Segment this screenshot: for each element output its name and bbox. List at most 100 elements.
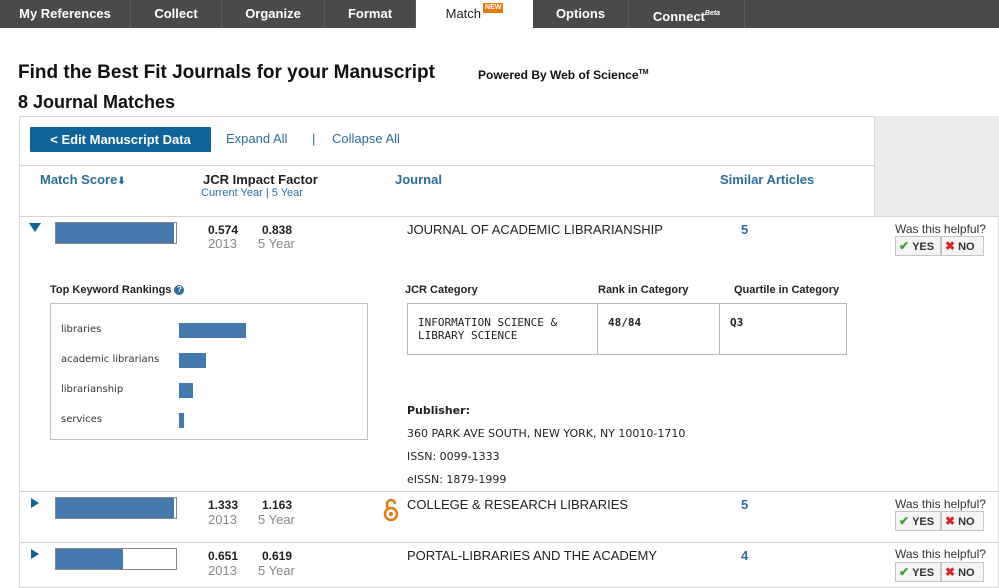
yes-button[interactable]: ✔ YES: [895, 511, 941, 531]
impact-factor-five-year: 0.619: [262, 549, 293, 563]
top-nav: My References Collect Organize Format Ma…: [0, 0, 999, 28]
x-icon: ✖: [945, 565, 956, 579]
tab-my-references[interactable]: My References: [0, 0, 131, 28]
category-line: INFORMATION SCIENCE &: [418, 316, 558, 329]
impact-factor-five-year-label: 5 Year: [258, 563, 295, 578]
powered-text: Powered By Web of Science: [478, 68, 639, 82]
no-button[interactable]: ✖ NO: [941, 236, 984, 256]
no-button[interactable]: ✖ NO: [941, 562, 984, 582]
impact-factor-five-year: 0.838: [262, 223, 293, 237]
quartile-cell: Q3: [719, 303, 847, 355]
similar-articles-count[interactable]: 5: [741, 222, 748, 237]
match-score-bar: [55, 497, 177, 519]
keyword-label: services: [61, 414, 103, 425]
x-icon: ✖: [945, 514, 956, 528]
tab-collect[interactable]: Collect: [131, 0, 222, 28]
right-column-header: [874, 116, 999, 217]
keyword-bar: [179, 413, 184, 428]
divider: [20, 216, 999, 217]
year-separator: |: [265, 187, 269, 199]
divider: [20, 165, 874, 166]
match-count: 8 Journal Matches: [18, 92, 176, 112]
jcr-category-cell: INFORMATION SCIENCE & LIBRARY SCIENCE: [407, 303, 598, 355]
jcr-year-toggle: Current Year | 5 Year: [201, 187, 303, 199]
powered-by: Powered By Web of ScienceTM: [478, 68, 649, 82]
tab-connect[interactable]: ConnectBeta: [629, 0, 745, 28]
similar-articles-header[interactable]: Similar Articles: [720, 172, 814, 187]
similar-articles-count[interactable]: 5: [741, 497, 748, 512]
collapse-row-icon[interactable]: [29, 223, 41, 232]
yes-button[interactable]: ✔ YES: [895, 562, 941, 582]
keyword-rankings-label: Top Keyword Rankings: [50, 284, 172, 296]
publisher-address: 360 PARK AVE SOUTH, NEW YORK, NY 10010-1…: [407, 427, 686, 440]
jcr-category-title: JCR Category: [405, 284, 478, 296]
five-year-link[interactable]: 5 Year: [272, 187, 303, 199]
helpful-label: Was this helpful?: [895, 497, 986, 511]
tab-options[interactable]: Options: [533, 0, 629, 28]
impact-factor-current: 0.574: [208, 223, 239, 237]
no-label: NO: [958, 241, 975, 253]
tab-match-label: Match: [445, 6, 482, 21]
jcr-header: JCR Impact Factor: [203, 172, 318, 187]
tab-organize[interactable]: Organize: [222, 0, 325, 28]
rank-cell: 48/84: [597, 303, 720, 355]
page-title: Find the Best Fit Journals for your Manu…: [18, 62, 435, 83]
match-score-fill: [56, 549, 124, 569]
beta-label: Beta: [704, 10, 721, 17]
keyword-bar: [179, 383, 193, 398]
journal-name[interactable]: COLLEGE & RESEARCH LIBRARIES: [407, 497, 628, 512]
help-icon[interactable]: ?: [174, 285, 185, 295]
yes-label: YES: [912, 516, 935, 528]
eissn: eISSN: 1879-1999: [407, 473, 507, 486]
keyword-rankings-title: Top Keyword Rankings?: [50, 284, 185, 296]
keyword-label: libraries: [61, 324, 102, 335]
open-access-icon: [383, 498, 399, 522]
match-score-fill: [56, 223, 174, 243]
current-year-link[interactable]: Current Year: [201, 187, 263, 199]
impact-factor-current-label: 2013: [208, 563, 237, 578]
x-icon: ✖: [945, 239, 956, 253]
keyword-label: academic librarians: [61, 354, 160, 365]
match-score-header[interactable]: Match Score⬇: [40, 172, 126, 187]
check-icon: ✔: [899, 565, 910, 579]
rank-title: Rank in Category: [598, 284, 689, 296]
tab-match[interactable]: Match NEW: [416, 0, 533, 28]
impact-factor-current: 1.333: [208, 498, 239, 512]
expand-row-icon[interactable]: [31, 498, 39, 508]
quartile-title: Quartile in Category: [734, 284, 840, 296]
sort-down-icon: ⬇: [117, 176, 126, 187]
journal-name[interactable]: PORTAL-LIBRARIES AND THE ACADEMY: [407, 548, 657, 563]
keyword-bar: [179, 353, 206, 368]
expand-row-icon[interactable]: [31, 549, 39, 559]
yes-button[interactable]: ✔ YES: [895, 236, 941, 256]
yes-label: YES: [912, 567, 935, 579]
helpful-label: Was this helpful?: [895, 222, 986, 236]
no-button[interactable]: ✖ NO: [941, 511, 984, 531]
impact-factor-current-label: 2013: [208, 236, 237, 251]
issn: ISSN: 0099-1333: [407, 450, 500, 463]
helpful-label: Was this helpful?: [895, 547, 986, 561]
no-label: NO: [958, 567, 975, 579]
check-icon: ✔: [899, 514, 910, 528]
journal-header[interactable]: Journal: [395, 172, 442, 187]
impact-factor-current-label: 2013: [208, 512, 237, 527]
edit-manuscript-button[interactable]: < Edit Manuscript Data: [30, 127, 211, 152]
expand-all-link[interactable]: Expand All: [226, 131, 287, 146]
impact-factor-five-year-label: 5 Year: [258, 236, 295, 251]
category-line: LIBRARY SCIENCE: [418, 329, 518, 342]
match-score-bar: [55, 548, 177, 570]
impact-factor-five-year-label: 5 Year: [258, 512, 295, 527]
similar-articles-count[interactable]: 4: [741, 548, 748, 563]
journal-name[interactable]: JOURNAL OF ACADEMIC LIBRARIANSHIP: [407, 222, 663, 237]
yes-label: YES: [912, 241, 935, 253]
check-icon: ✔: [899, 239, 910, 253]
collapse-all-link[interactable]: Collapse All: [332, 131, 400, 146]
keyword-label: librarianship: [61, 384, 124, 395]
impact-factor-five-year: 1.163: [262, 498, 293, 512]
match-score-label: Match Score: [40, 172, 118, 187]
toolbar-separator: |: [312, 131, 316, 146]
impact-factor-current: 0.651: [208, 549, 239, 563]
new-badge: NEW: [483, 3, 504, 13]
tab-format[interactable]: Format: [325, 0, 416, 28]
match-score-fill: [56, 498, 174, 518]
